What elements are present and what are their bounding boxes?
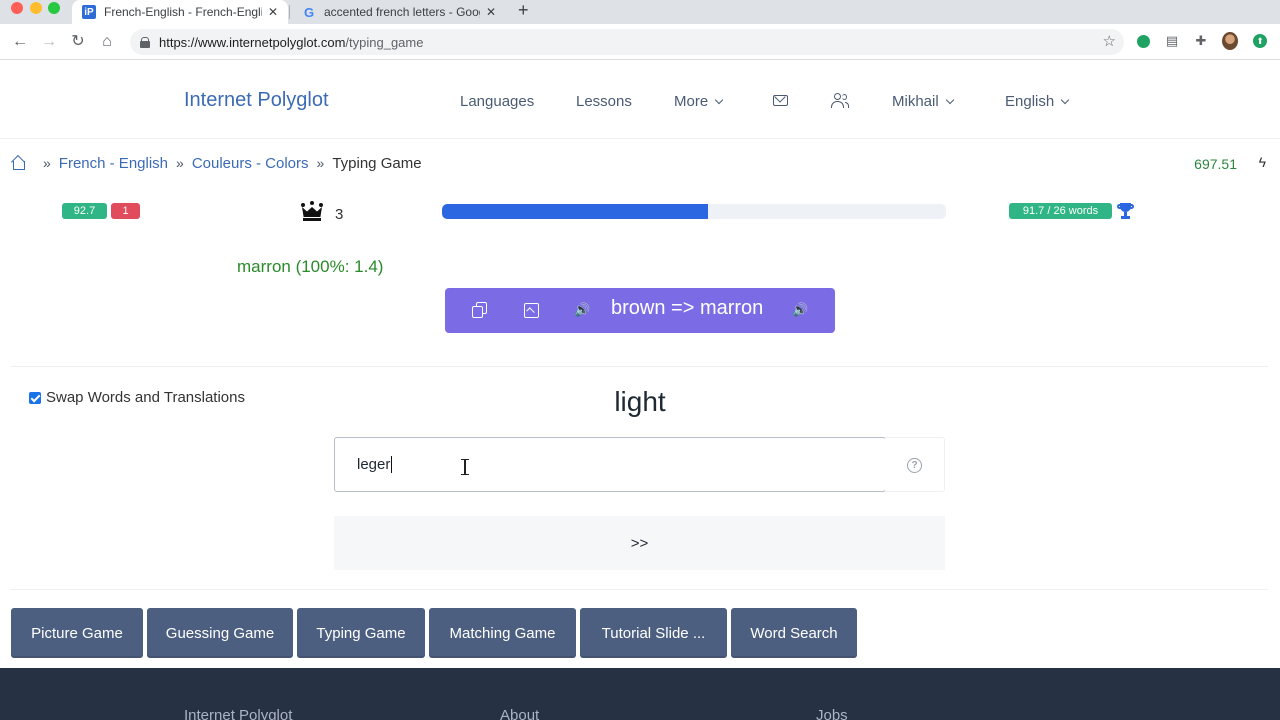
crown-icon: [300, 200, 324, 222]
chevron-down-icon: [1060, 95, 1070, 104]
chevron-down-icon: [714, 95, 724, 104]
document-extension-icon[interactable]: ▤: [1164, 33, 1180, 49]
ibeam-cursor-icon: [461, 459, 469, 475]
nav-more[interactable]: More: [674, 93, 724, 110]
breadcrumb-link-french-english[interactable]: French - English: [59, 155, 168, 172]
footer: Internet Polyglot About Jobs: [0, 668, 1280, 720]
streak-count: 3: [335, 206, 344, 223]
typing-game-button[interactable]: Typing Game: [297, 608, 425, 658]
copy-icon[interactable]: [472, 302, 488, 318]
address-bar[interactable]: https://www.internetpolyglot.com/typing_…: [130, 29, 1124, 55]
breadcrumb-separator: »: [316, 155, 325, 171]
home-icon[interactable]: [11, 156, 25, 170]
url-path: /typing_game: [345, 34, 424, 50]
browser-tab-active[interactable]: iP French-English - French-English ✕: [72, 0, 288, 24]
best-score-badge: 91.7 / 26 words: [1009, 203, 1112, 219]
progress-bar: [442, 204, 946, 219]
next-button[interactable]: >>: [334, 516, 945, 570]
answer-input[interactable]: [334, 437, 886, 492]
breadcrumb: » French - English » Couleurs - Colors »…: [11, 153, 422, 173]
footer-heading-about[interactable]: About: [500, 707, 539, 720]
word-search-button[interactable]: Word Search: [731, 608, 857, 658]
trophy-icon: [1117, 203, 1134, 219]
help-button[interactable]: ?: [885, 437, 945, 492]
swap-words-label: Swap Words and Translations: [46, 389, 245, 406]
site-logo[interactable]: Internet Polyglot: [184, 89, 329, 112]
section-divider: [11, 366, 1268, 367]
score-badge: 92.7: [62, 203, 107, 219]
answer-card-text: brown => marron: [611, 297, 764, 319]
mail-icon[interactable]: [773, 95, 788, 106]
window-minimize-button[interactable]: [30, 2, 42, 14]
breadcrumb-current: Typing Game: [332, 154, 422, 172]
breadcrumb-separator: »: [176, 155, 184, 171]
breadcrumb-link-colors[interactable]: Couleurs - Colors: [192, 155, 309, 172]
footer-heading-jobs[interactable]: Jobs: [816, 707, 848, 720]
matching-game-button[interactable]: Matching Game: [429, 608, 576, 658]
home-icon[interactable]: ⌂: [97, 32, 117, 52]
tab-title: accented french letters - Google: [324, 5, 480, 19]
internet-polyglot-favicon-icon: iP: [82, 5, 96, 19]
tutorial-slide-button[interactable]: Tutorial Slide ...: [580, 608, 727, 658]
extension-green-icon[interactable]: [1135, 33, 1151, 49]
update-icon[interactable]: [1252, 33, 1268, 49]
window-close-button[interactable]: [11, 2, 23, 14]
swap-words-checkbox[interactable]: Swap Words and Translations: [29, 389, 245, 406]
browser-tab[interactable]: G accented french letters - Google ✕: [292, 0, 506, 24]
errors-badge: 1: [111, 203, 140, 219]
users-icon[interactable]: [831, 93, 849, 109]
prompt-word: light: [614, 386, 666, 417]
tab-close-icon[interactable]: ✕: [484, 5, 498, 19]
progress-fill: [442, 204, 708, 219]
speaker-icon[interactable]: 🔊: [574, 302, 590, 318]
nav-languages[interactable]: Languages: [460, 93, 534, 110]
bolt-icon: ϟ: [1258, 154, 1266, 170]
puzzle-extensions-icon[interactable]: ✚: [1193, 33, 1209, 49]
back-arrow-icon[interactable]: ←: [10, 32, 30, 52]
nav-lessons[interactable]: Lessons: [576, 93, 632, 110]
image-icon[interactable]: [523, 302, 539, 318]
speaker-icon[interactable]: 🔊: [792, 302, 808, 318]
browser-tabstrip: iP French-English - French-English ✕ G a…: [0, 0, 1280, 24]
answer-card: 🔊 brown => marron 🔊: [445, 288, 835, 333]
nav-label: More: [674, 93, 709, 110]
tab-title: French-English - French-English: [104, 5, 262, 19]
browser-toolbar: ← → ↻ ⌂ https://www.internetpolyglot.com…: [0, 24, 1280, 60]
tab-close-icon[interactable]: ✕: [266, 5, 280, 19]
help-icon: ?: [907, 458, 922, 473]
google-favicon-icon: G: [303, 4, 315, 20]
nav-language-menu[interactable]: English: [1005, 93, 1070, 110]
breadcrumb-separator: »: [43, 155, 51, 171]
nav-user-menu[interactable]: Mikhail: [892, 93, 954, 110]
points-total: 697.51: [1194, 156, 1237, 172]
picture-game-button[interactable]: Picture Game: [11, 608, 143, 658]
bookmark-star-icon[interactable]: ☆: [1103, 32, 1116, 50]
section-divider: [11, 589, 1268, 590]
tab-separator: [289, 5, 290, 19]
lock-icon: [140, 36, 150, 48]
text-cursor: [391, 456, 392, 473]
footer-heading-brand[interactable]: Internet Polyglot: [184, 707, 292, 720]
nav-label: English: [1005, 93, 1055, 110]
site-header: Internet Polyglot Languages Lessons More…: [0, 61, 1280, 139]
nav-label: Mikhail: [892, 93, 939, 110]
last-answer-result: marron (100%: 1.4): [237, 257, 384, 276]
nav-label: Lessons: [576, 93, 632, 110]
profile-avatar-icon[interactable]: [1222, 33, 1238, 49]
checkbox-checked-icon[interactable]: [29, 391, 41, 404]
reload-icon[interactable]: ↻: [68, 32, 88, 52]
url-host: https://www.internetpolyglot.com: [159, 34, 346, 50]
chevron-down-icon: [945, 95, 954, 104]
window-zoom-button[interactable]: [48, 2, 60, 14]
guessing-game-button[interactable]: Guessing Game: [147, 608, 293, 658]
nav-label: Languages: [460, 93, 535, 110]
new-tab-button[interactable]: +: [518, 0, 529, 22]
forward-arrow-icon[interactable]: →: [39, 32, 59, 52]
